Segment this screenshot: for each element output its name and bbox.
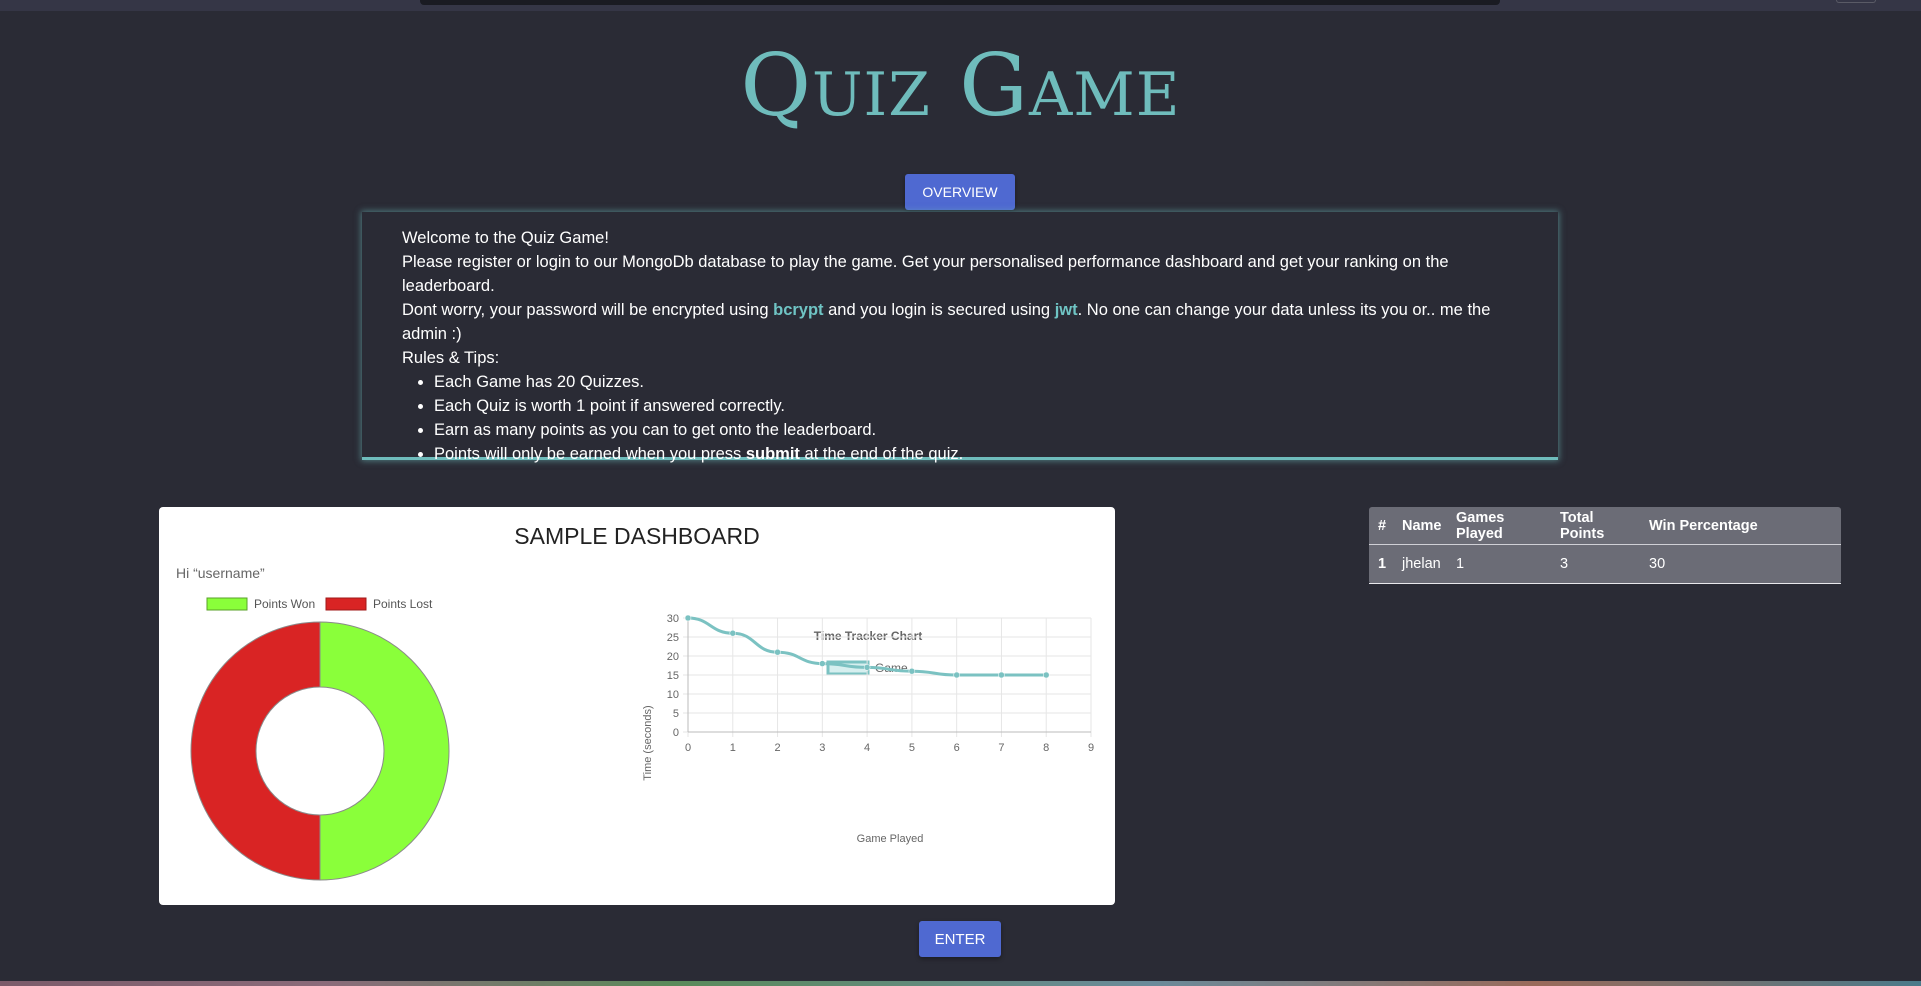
time-tracker-chart: Time Tracker Chart Game Time (seconds) G… — [642, 613, 1094, 845]
col-header-name: Name — [1393, 507, 1447, 545]
x-tick-label: 5 — [909, 742, 915, 754]
welcome-text: Welcome to the Quiz Game! — [402, 229, 609, 247]
overview-panel: Welcome to the Quiz Game! Please registe… — [362, 212, 1558, 463]
cell-rank: 1 — [1369, 544, 1393, 584]
page-title: Quiz Game — [740, 36, 1181, 136]
security-text-part-1: Dont worry, your password will be encryp… — [402, 301, 774, 319]
time-chart-title: Time Tracker Chart — [814, 629, 923, 643]
sample-dashboard: SAMPLE DASHBOARD Hi “username” Points Wo… — [159, 507, 1115, 905]
data-point[interactable] — [863, 664, 871, 671]
y-tick-label: 15 — [667, 670, 679, 682]
cell-games-played: 1 — [1447, 544, 1551, 584]
x-tick-label: 2 — [774, 742, 780, 754]
rule4-post: at the end of the quiz. — [799, 445, 964, 463]
x-tick-label: 8 — [1043, 742, 1049, 754]
cell-win-percentage: 30 — [1640, 544, 1841, 584]
y-tick-label: 0 — [673, 727, 679, 739]
security-text-part-2: and you login is secured using — [823, 301, 1055, 319]
col-header-total-points: Total Points — [1551, 507, 1640, 545]
leaderboard-table: # Name Games Played Total Points Win Per… — [1369, 507, 1841, 584]
col-header-games-played: Games Played — [1447, 507, 1551, 545]
rules-list: Each Game has 20 Quizzes. Each Quiz is w… — [402, 370, 1518, 466]
overview-button[interactable]: OVERVIEW — [905, 174, 1015, 210]
x-tick-label: 0 — [685, 742, 691, 754]
rule4-submit: submit — [745, 445, 800, 463]
y-tick-label: 20 — [667, 651, 679, 663]
security-text: Dont worry, your password will be encryp… — [402, 298, 1518, 346]
col-header-rank: # — [1369, 507, 1393, 545]
page-root: Quiz Game OVERVIEW Welcome to the Quiz G… — [0, 0, 1921, 986]
x-tick-label: 1 — [730, 742, 736, 754]
x-tick-label: 3 — [819, 742, 825, 754]
bcrypt-highlight: bcrypt — [773, 301, 824, 319]
x-tick-label: 7 — [998, 742, 1004, 754]
data-point[interactable] — [1042, 671, 1050, 679]
data-point[interactable] — [729, 629, 737, 637]
x-axis-label: Game Played — [857, 833, 924, 845]
data-point[interactable] — [774, 648, 781, 656]
top-bar-corner — [1836, 0, 1876, 3]
rules-heading: Rules & Tips: — [402, 349, 500, 367]
leaderboard-header-row: # Name Games Played Total Points Win Per… — [1369, 507, 1841, 545]
data-point[interactable] — [953, 671, 960, 679]
data-point[interactable] — [908, 667, 916, 675]
rule4-pre: Points will only be earned when you pres… — [434, 445, 746, 463]
data-point[interactable] — [998, 671, 1005, 679]
x-tick-label: 6 — [954, 742, 960, 754]
jwt-highlight: jwt — [1054, 301, 1078, 319]
cell-total-points: 3 — [1551, 544, 1640, 584]
rule-item: Earn as many points as you can to get on… — [434, 418, 1518, 442]
y-tick-label: 10 — [667, 689, 679, 701]
col-header-win-percentage: Win Percentage — [1640, 507, 1841, 545]
rule-item: Each Quiz is worth 1 point if answered c… — [434, 394, 1518, 418]
y-tick-label: 30 — [667, 613, 679, 625]
rule-item: Each Game has 20 Quizzes. — [434, 370, 1518, 394]
y-tick-label: 25 — [667, 632, 679, 644]
x-tick-label: 4 — [864, 742, 870, 754]
bottom-taskbar-strip — [0, 981, 1921, 986]
table-row: 1 jhelan 1 3 30 — [1369, 544, 1841, 584]
y-tick-label: 5 — [673, 708, 679, 720]
rule-item: Points will only be earned when you pres… — [434, 442, 1518, 466]
top-bar-strip — [420, 0, 1500, 5]
browser-top-bar — [0, 0, 1921, 11]
intro-text: Please register or login to our MongoDb … — [402, 253, 1449, 295]
x-tick-label: 9 — [1088, 742, 1094, 754]
data-point[interactable] — [819, 660, 826, 667]
y-axis-label: Time (seconds) — [642, 705, 654, 780]
data-point[interactable] — [684, 614, 692, 622]
cell-name: jhelan — [1393, 544, 1447, 584]
enter-button[interactable]: ENTER — [919, 921, 1001, 957]
